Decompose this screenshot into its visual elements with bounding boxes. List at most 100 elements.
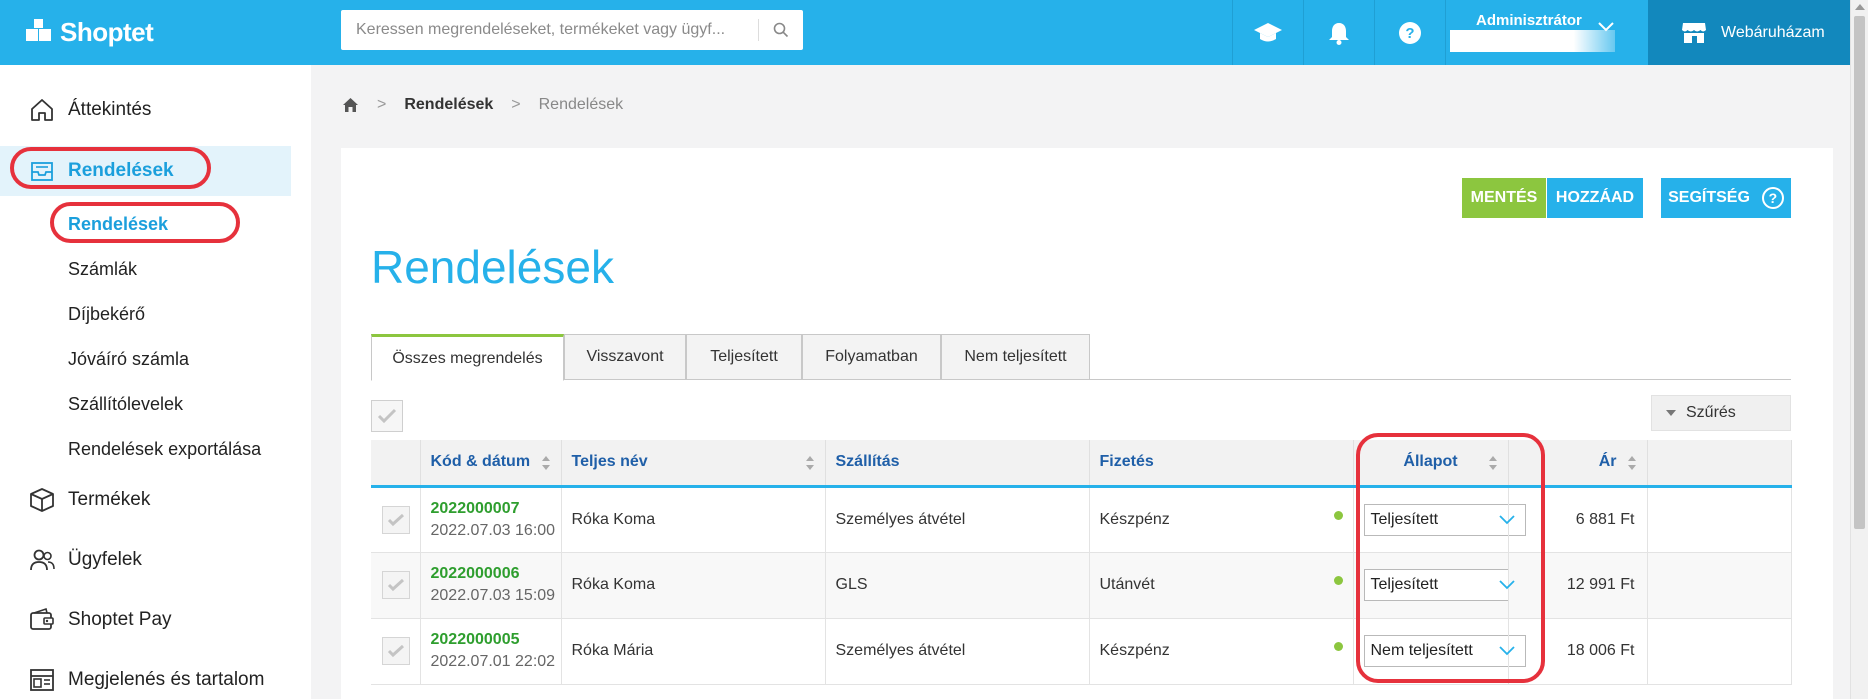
status-select[interactable]: Teljesített bbox=[1363, 503, 1526, 536]
sidebar-subitem-proforma[interactable]: Díjbekérő bbox=[68, 299, 145, 329]
tab-in-progress[interactable]: Folyamatban bbox=[802, 334, 941, 380]
top-bar: Shoptet ? Adminisztrátor bbox=[0, 0, 1850, 65]
sidebar-item-orders[interactable]: Rendelések bbox=[0, 146, 291, 196]
column-header-price[interactable]: Ár bbox=[1508, 440, 1648, 488]
sidebar-item-label: Ügyfelek bbox=[68, 549, 142, 570]
academy-button[interactable] bbox=[1232, 0, 1303, 65]
shoptet-logo[interactable]: Shoptet bbox=[26, 14, 154, 50]
sidebar-subitem-delivery-notes[interactable]: Szállítólevelek bbox=[68, 389, 183, 419]
column-header-name[interactable]: Teljes név bbox=[561, 440, 826, 488]
sidebar-subitem-credit-note[interactable]: Jóváíró számla bbox=[68, 344, 189, 374]
status-select[interactable]: Teljesített bbox=[1363, 569, 1526, 601]
sidebar-item-appearance-content[interactable]: Megjelenés és tartalom bbox=[0, 655, 311, 699]
help-center-button[interactable]: ? bbox=[1374, 0, 1445, 65]
users-icon bbox=[28, 546, 56, 574]
column-header-shipping: Szállítás bbox=[825, 440, 1090, 488]
table-row[interactable]: 2022000006 2022.07.03 15:09 Róka Koma GL… bbox=[371, 552, 1792, 619]
checkmark-icon bbox=[387, 513, 405, 526]
chevron-down-icon bbox=[1598, 22, 1614, 32]
row-checkbox[interactable] bbox=[382, 505, 410, 534]
help-button[interactable]: SEGÍTSÉG ? bbox=[1661, 178, 1791, 218]
checkmark-icon bbox=[387, 644, 405, 658]
caret-down-icon bbox=[1666, 410, 1676, 416]
save-button[interactable]: MENTÉS bbox=[1462, 178, 1546, 218]
sidebar-item-products[interactable]: Termékek bbox=[0, 475, 311, 525]
home-icon[interactable] bbox=[342, 97, 359, 113]
search-input[interactable] bbox=[341, 10, 758, 50]
page-scrollbar[interactable] bbox=[1850, 0, 1868, 699]
order-code-link[interactable]: 2022000006 bbox=[431, 565, 561, 583]
chevron-down-icon bbox=[1498, 514, 1515, 524]
breadcrumb-separator: > bbox=[377, 96, 387, 113]
scrollbar-thumb[interactable] bbox=[1854, 16, 1865, 529]
sidebar-item-overview[interactable]: Áttekintés bbox=[0, 85, 311, 135]
sidebar-subitem-orders[interactable]: Rendelések bbox=[68, 209, 168, 239]
order-price: 18 006 Ft bbox=[1508, 618, 1648, 685]
inbox-icon bbox=[28, 157, 56, 185]
breadcrumb-current: Rendelések bbox=[538, 96, 624, 113]
wallet-icon bbox=[28, 606, 56, 634]
sidebar-subitem-invoices[interactable]: Számlák bbox=[68, 254, 137, 284]
svg-text:?: ? bbox=[1405, 25, 1414, 42]
row-actions bbox=[1647, 486, 1792, 553]
select-all-checkbox[interactable] bbox=[371, 400, 403, 432]
payment-cell: Utánvét bbox=[1089, 552, 1354, 619]
filter-button[interactable]: Szűrés bbox=[1651, 395, 1791, 431]
payment-method: Készpénz bbox=[1099, 510, 1170, 528]
add-button[interactable]: HOZZÁAD bbox=[1547, 178, 1643, 218]
payment-method: Készpénz bbox=[1099, 642, 1170, 659]
sidebar-item-label: Termékek bbox=[68, 489, 151, 510]
customer-name: Róka Koma bbox=[561, 552, 826, 619]
row-actions bbox=[1647, 618, 1792, 685]
bell-icon bbox=[1329, 22, 1349, 45]
question-circle-icon: ? bbox=[1399, 21, 1421, 44]
question-circle-icon: ? bbox=[1761, 187, 1784, 209]
page-title: Rendelések bbox=[371, 241, 614, 293]
sort-icon bbox=[1627, 456, 1636, 470]
row-checkbox[interactable] bbox=[382, 637, 410, 665]
payment-method: Utánvét bbox=[1099, 576, 1155, 593]
row-checkbox[interactable] bbox=[382, 571, 410, 599]
tab-not-completed[interactable]: Nem teljesített bbox=[941, 334, 1090, 380]
customer-name: Róka Koma bbox=[561, 486, 826, 553]
payment-status-dot bbox=[1333, 642, 1343, 651]
order-date: 2022.07.03 16:00 bbox=[430, 521, 556, 539]
shoptet-logo-icon bbox=[26, 19, 51, 41]
table-header-row: Kód & dátum Teljes név Szállítás Fizetés… bbox=[371, 440, 1792, 488]
admin-menu[interactable]: Adminisztrátor bbox=[1445, 0, 1648, 65]
tab-cancelled[interactable]: Visszavont bbox=[564, 334, 686, 380]
shipping-method: Személyes átvétel bbox=[825, 618, 1090, 685]
payment-cell: Készpénz bbox=[1089, 486, 1354, 553]
status-value: Teljesített bbox=[1370, 510, 1439, 528]
column-header-code[interactable]: Kód & dátum bbox=[420, 440, 562, 488]
store-icon bbox=[1682, 22, 1706, 43]
order-price: 6 881 Ft bbox=[1508, 486, 1648, 553]
shipping-method: Személyes átvétel bbox=[825, 486, 1090, 553]
breadcrumb-orders-link[interactable]: Rendelések bbox=[404, 96, 493, 114]
column-header-status[interactable]: Állapot bbox=[1353, 440, 1509, 488]
sidebar-item-shoptet-pay[interactable]: Shoptet Pay bbox=[0, 595, 311, 645]
sidebar-item-customers[interactable]: Ügyfelek bbox=[0, 535, 311, 585]
orders-table: Kód & dátum Teljes név Szállítás Fizetés… bbox=[371, 440, 1792, 685]
tab-all-orders[interactable]: Összes megrendelés bbox=[371, 334, 564, 381]
search-button[interactable] bbox=[759, 10, 803, 50]
sidebar-subitem-export-orders[interactable]: Rendelések exportálása bbox=[68, 434, 261, 464]
admin-email-redacted bbox=[1450, 30, 1615, 52]
order-code-link[interactable]: 2022000007 bbox=[431, 500, 561, 518]
status-select[interactable]: Nem teljesített bbox=[1363, 635, 1526, 667]
notifications-button[interactable] bbox=[1303, 0, 1374, 65]
shipping-method: GLS bbox=[825, 552, 1090, 619]
tab-completed[interactable]: Teljesített bbox=[686, 334, 802, 380]
table-row[interactable]: 2022000007 2022.07.03 16:00 Róka Koma Sz… bbox=[371, 486, 1792, 553]
sidebar-item-label: Rendelések bbox=[68, 160, 174, 181]
customer-name: Róka Mária bbox=[561, 618, 826, 685]
sidebar: Áttekintés Rendelések Rendelések Számlák… bbox=[0, 65, 311, 699]
column-header-select bbox=[371, 440, 421, 488]
order-code-link[interactable]: 2022000005 bbox=[431, 631, 561, 649]
order-tabs: Összes megrendelés Visszavont Teljesítet… bbox=[371, 334, 1791, 381]
my-shop-button[interactable]: Webáruházam bbox=[1648, 0, 1850, 65]
scroll-up-arrow[interactable] bbox=[1855, 4, 1865, 10]
table-row[interactable]: 2022000005 2022.07.01 22:02 Róka Mária S… bbox=[371, 618, 1792, 685]
status-value: Nem teljesített bbox=[1370, 642, 1473, 659]
status-value: Teljesített bbox=[1370, 576, 1439, 593]
